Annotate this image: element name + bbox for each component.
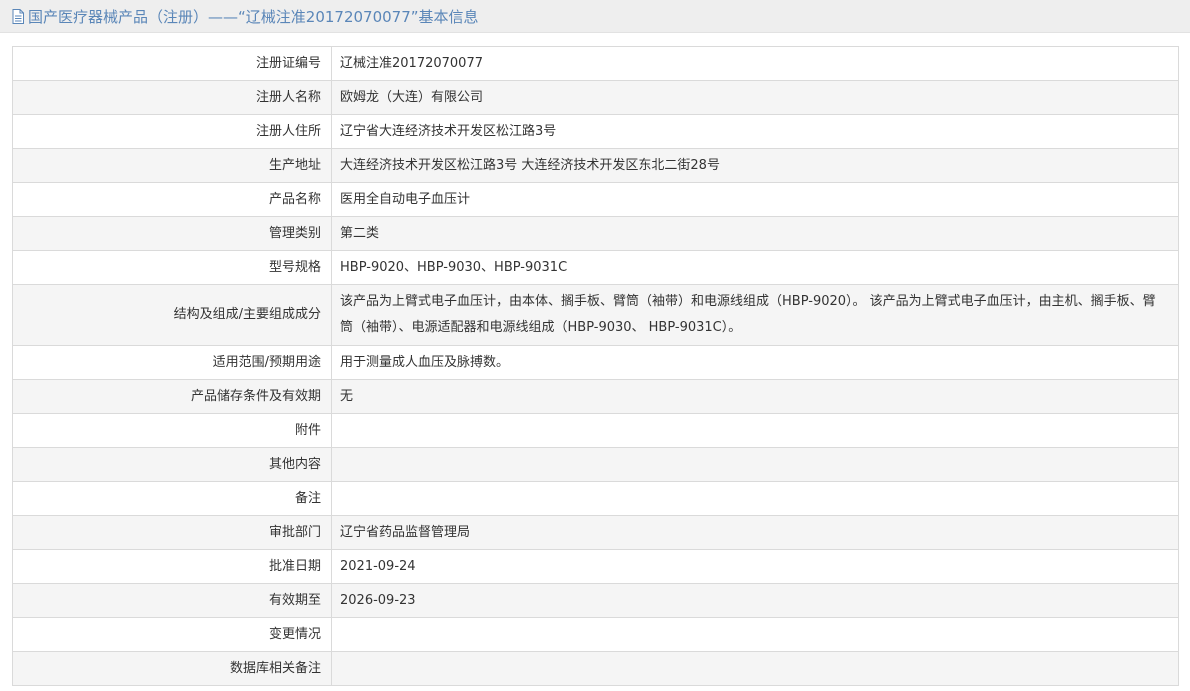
row-label: 注册证编号 bbox=[12, 46, 332, 81]
info-table-container: 注册证编号 辽械注准20172070077 注册人名称 欧姆龙（大连）有限公司 … bbox=[12, 46, 1179, 686]
row-label: 结构及组成/主要组成成分 bbox=[12, 284, 332, 346]
row-label: 管理类别 bbox=[12, 216, 332, 251]
table-row: 有效期至 2026-09-23 bbox=[12, 583, 1179, 618]
row-label: 备注 bbox=[12, 481, 332, 516]
row-value: 辽械注准20172070077 bbox=[331, 46, 1179, 81]
row-label: 附件 bbox=[12, 413, 332, 448]
row-label: 生产地址 bbox=[12, 148, 332, 183]
row-value: 欧姆龙（大连）有限公司 bbox=[331, 80, 1179, 115]
table-row: 型号规格 HBP-9020、HBP-9030、HBP-9031C bbox=[12, 250, 1179, 285]
row-value bbox=[331, 413, 1179, 448]
row-value: 辽宁省大连经济技术开发区松江路3号 bbox=[331, 114, 1179, 149]
table-row: 附件 bbox=[12, 413, 1179, 448]
row-label: 适用范围/预期用途 bbox=[12, 345, 332, 380]
row-value bbox=[331, 651, 1179, 686]
table-row: 注册人住所 辽宁省大连经济技术开发区松江路3号 bbox=[12, 114, 1179, 149]
table-row: 结构及组成/主要组成成分 该产品为上臂式电子血压计，由本体、搁手板、臂筒（袖带）… bbox=[12, 284, 1179, 346]
table-row: 备注 bbox=[12, 481, 1179, 516]
table-row: 注册证编号 辽械注准20172070077 bbox=[12, 46, 1179, 81]
row-value: 辽宁省药品监督管理局 bbox=[331, 515, 1179, 550]
row-value: 用于测量成人血压及脉搏数。 bbox=[331, 345, 1179, 380]
row-label: 型号规格 bbox=[12, 250, 332, 285]
row-value: 医用全自动电子血压计 bbox=[331, 182, 1179, 217]
table-row: 数据库相关备注 bbox=[12, 651, 1179, 686]
row-value: HBP-9020、HBP-9030、HBP-9031C bbox=[331, 250, 1179, 285]
row-label: 产品名称 bbox=[12, 182, 332, 217]
row-value: 第二类 bbox=[331, 216, 1179, 251]
table-row: 生产地址 大连经济技术开发区松江路3号 大连经济技术开发区东北二街28号 bbox=[12, 148, 1179, 183]
row-label: 批准日期 bbox=[12, 549, 332, 584]
row-value-text: 该产品为上臂式电子血压计，由本体、搁手板、臂筒（袖带）和电源线组成（HBP-90… bbox=[340, 294, 1156, 335]
row-value: 2026-09-23 bbox=[331, 583, 1179, 618]
page-title: 国产医疗器械产品（注册）——“辽械注准20172070077”基本信息 bbox=[28, 7, 479, 26]
page-title-bar: 国产医疗器械产品（注册）——“辽械注准20172070077”基本信息 bbox=[0, 0, 1190, 33]
table-row: 产品储存条件及有效期 无 bbox=[12, 379, 1179, 414]
row-label: 注册人名称 bbox=[12, 80, 332, 115]
row-label: 其他内容 bbox=[12, 447, 332, 482]
table-row: 管理类别 第二类 bbox=[12, 216, 1179, 251]
row-value bbox=[331, 481, 1179, 516]
row-label: 数据库相关备注 bbox=[12, 651, 332, 686]
table-row: 审批部门 辽宁省药品监督管理局 bbox=[12, 515, 1179, 550]
row-label: 审批部门 bbox=[12, 515, 332, 550]
table-row: 其他内容 bbox=[12, 447, 1179, 482]
row-value: 该产品为上臂式电子血压计，由本体、搁手板、臂筒（袖带）和电源线组成（HBP-90… bbox=[331, 284, 1179, 346]
row-value bbox=[331, 617, 1179, 652]
row-value: 无 bbox=[331, 379, 1179, 414]
table-row: 适用范围/预期用途 用于测量成人血压及脉搏数。 bbox=[12, 345, 1179, 380]
row-label: 变更情况 bbox=[12, 617, 332, 652]
table-row: 批准日期 2021-09-24 bbox=[12, 549, 1179, 584]
row-value: 2021-09-24 bbox=[331, 549, 1179, 584]
row-value: 大连经济技术开发区松江路3号 大连经济技术开发区东北二街28号 bbox=[331, 148, 1179, 183]
row-label: 有效期至 bbox=[12, 583, 332, 618]
table-row: 注册人名称 欧姆龙（大连）有限公司 bbox=[12, 80, 1179, 115]
table-row: 产品名称 医用全自动电子血压计 bbox=[12, 182, 1179, 217]
row-label: 产品储存条件及有效期 bbox=[12, 379, 332, 414]
row-value bbox=[331, 447, 1179, 482]
row-label: 注册人住所 bbox=[12, 114, 332, 149]
info-table: 注册证编号 辽械注准20172070077 注册人名称 欧姆龙（大连）有限公司 … bbox=[12, 46, 1179, 686]
document-icon bbox=[12, 8, 24, 24]
table-row: 变更情况 bbox=[12, 617, 1179, 652]
